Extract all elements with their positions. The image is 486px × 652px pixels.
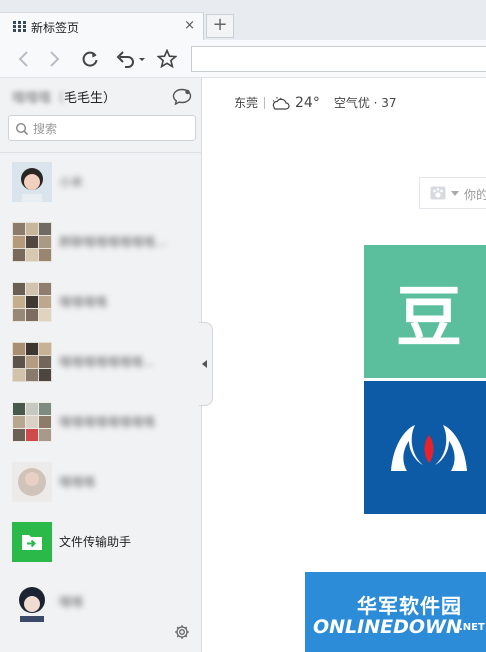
watermark-cn: 华军软件园 xyxy=(357,594,462,618)
chat-bubble-icon xyxy=(172,88,192,106)
gear-icon xyxy=(175,625,189,639)
contact-name: 群聊嘻嘻嘻嘻嘻嘻... xyxy=(59,235,167,249)
search-placeholder: 你的 xyxy=(464,188,486,202)
contact-item[interactable]: 嘻嘻嘻嘻嘻嘻嘻嘻 xyxy=(0,402,200,462)
tab-new-tab-page[interactable]: 新标签页 × xyxy=(0,12,204,40)
user-name-blurred: 嘻嘻嘻（ xyxy=(12,91,65,106)
favorite-button[interactable] xyxy=(155,47,179,71)
settings-button[interactable] xyxy=(174,624,190,644)
group-avatar xyxy=(12,222,52,262)
folder-arrow-icon xyxy=(12,522,52,562)
collapse-arrow-icon xyxy=(202,360,207,368)
contact-name: 小米 xyxy=(59,175,84,189)
dropdown-arrow-icon xyxy=(451,191,459,196)
undo-icon xyxy=(116,51,145,68)
paw-icon xyxy=(430,186,446,200)
new-chat-button[interactable] xyxy=(172,88,192,110)
avatar xyxy=(12,462,52,502)
chevron-left-icon xyxy=(18,51,28,67)
contact-name: 嘻嘻嘻嘻嘻嘻嘻嘻 xyxy=(59,415,156,429)
chat-sidebar: 嘻嘻嘻（毛毛生） 小米 群聊嘻嘻嘻嘻嘻嘻... xyxy=(0,78,202,652)
contact-item[interactable]: 嘻嘻嘻嘻 xyxy=(0,282,200,342)
contact-file-transfer[interactable]: 文件传输助手 xyxy=(0,522,200,582)
sidebar-divider xyxy=(0,152,202,153)
search-engine-box[interactable]: 你的 xyxy=(419,177,486,209)
address-bar[interactable] xyxy=(191,46,486,72)
search-icon xyxy=(15,121,29,140)
watermark-en: ONLINEDOWN xyxy=(313,616,462,638)
contact-name: 嘻嘻嘻嘻嘻嘻嘻... xyxy=(59,355,155,369)
sidebar-header: 嘻嘻嘻（毛毛生） xyxy=(0,78,202,118)
avatar xyxy=(12,162,52,202)
watermark-suffix: .NET xyxy=(459,622,485,633)
partly-cloudy-icon xyxy=(272,96,290,110)
search-box[interactable] xyxy=(8,115,196,141)
navigation-toolbar xyxy=(0,40,486,78)
undo-dropdown-button[interactable] xyxy=(112,47,148,71)
forward-button[interactable] xyxy=(42,47,66,71)
douban-tile[interactable]: 豆 xyxy=(364,245,486,378)
user-name: 嘻嘻嘻（毛毛生） xyxy=(12,87,116,106)
weather-city: 东莞 xyxy=(234,96,259,110)
tab-title: 新标签页 xyxy=(31,21,80,35)
group-avatar xyxy=(12,342,52,382)
tab-close-icon[interactable]: × xyxy=(184,18,195,33)
air-quality: 空气优 · 37 xyxy=(333,96,397,110)
user-name-visible: 毛毛生） xyxy=(64,91,117,106)
sidebar-collapse-handle[interactable] xyxy=(199,322,213,406)
search-input[interactable] xyxy=(31,119,195,139)
site-tile[interactable] xyxy=(364,381,486,514)
weather-widget[interactable]: 东莞 24° 空气优 · 37 xyxy=(234,94,397,111)
contact-name: 嘻嘻 xyxy=(59,595,84,609)
weather-temperature: 24° xyxy=(295,94,320,111)
star-icon xyxy=(157,49,177,69)
contact-item[interactable]: 嘻嘻嘻嘻嘻嘻嘻... xyxy=(0,342,200,402)
tab-strip: 新标签页 × + xyxy=(0,0,486,40)
file-transfer-avatar xyxy=(12,522,52,562)
site-logo-icon xyxy=(391,424,467,471)
reload-icon xyxy=(82,51,98,67)
contact-item[interactable]: 嘻嘻 xyxy=(0,582,200,642)
group-avatar xyxy=(12,282,52,322)
contact-name: 嘻嘻嘻 xyxy=(59,475,96,489)
reload-button[interactable] xyxy=(78,47,102,71)
avatar xyxy=(12,582,52,622)
contact-item[interactable]: 群聊嘻嘻嘻嘻嘻嘻... xyxy=(0,222,200,282)
weather-separator xyxy=(264,96,266,109)
contact-name: 文件传输助手 xyxy=(59,535,132,549)
new-tab-button[interactable]: + xyxy=(206,14,234,38)
contact-item[interactable]: 小米 xyxy=(0,162,200,222)
douban-logo: 豆 xyxy=(396,278,462,356)
back-button[interactable] xyxy=(12,47,36,71)
contact-item[interactable]: 嘻嘻嘻 xyxy=(0,462,200,522)
contact-name: 嘻嘻嘻嘻 xyxy=(59,295,108,309)
group-avatar xyxy=(12,402,52,442)
chevron-right-icon xyxy=(50,51,60,67)
watermark-logo: 华军软件园 ONLINEDOWN .NET xyxy=(305,572,486,652)
apps-grid-icon xyxy=(13,21,26,32)
